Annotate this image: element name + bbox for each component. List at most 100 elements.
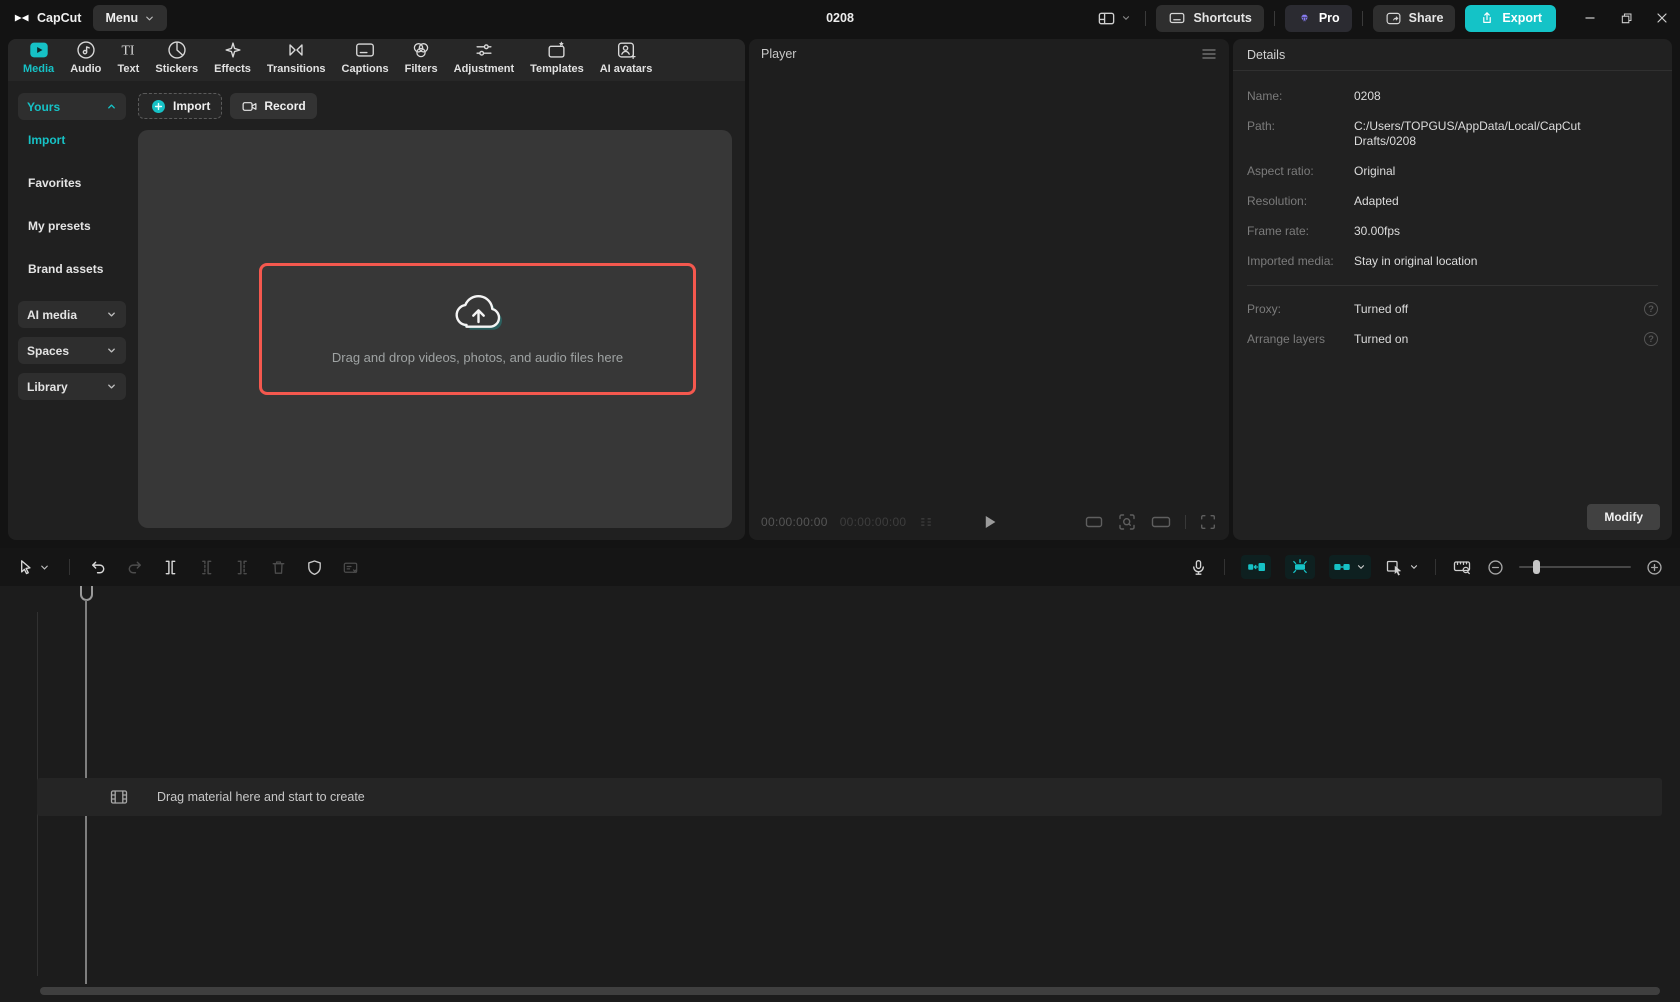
detail-row-imported-media: Imported media: Stay in original locatio…: [1247, 254, 1658, 269]
detail-label: Imported media:: [1247, 254, 1334, 268]
tab-label: Templates: [530, 63, 584, 75]
preview-axis-button[interactable]: [1452, 557, 1472, 577]
zoom-out-icon[interactable]: [1486, 558, 1505, 577]
fullscreen-icon[interactable]: [1199, 513, 1217, 531]
tab-stickers[interactable]: Stickers: [148, 39, 205, 77]
tab-label: Media: [23, 63, 55, 75]
captions-icon: [354, 39, 376, 61]
tab-media[interactable]: Media: [16, 39, 61, 77]
workspace: Media Audio TI Text Stickers Effects Tra…: [8, 39, 1672, 540]
player-menu-button[interactable]: [1201, 47, 1217, 61]
linking-button[interactable]: [1329, 555, 1371, 579]
split-button[interactable]: [161, 558, 180, 577]
tab-adjustment[interactable]: Adjustment: [447, 39, 522, 77]
detail-row-arrange-layers: Arrange layers Turned on ?: [1247, 332, 1658, 347]
sidebar-group-library[interactable]: Library: [18, 373, 126, 400]
detail-row-path: Path: C:/Users/TOPGUS/AppData/Local/CapC…: [1247, 119, 1658, 149]
menu-button-label: Menu: [105, 11, 139, 25]
zoom-in-icon[interactable]: [1645, 558, 1664, 577]
tab-filters[interactable]: Filters: [398, 39, 445, 77]
undo-button[interactable]: [89, 558, 108, 577]
chevron-down-icon: [39, 562, 50, 573]
fit-preview-button[interactable]: [1117, 512, 1137, 532]
modify-button[interactable]: Modify: [1587, 504, 1660, 530]
mask-button[interactable]: [305, 558, 324, 577]
clip-info-icon[interactable]: [918, 514, 934, 530]
main-track-magnet-button[interactable]: [1241, 555, 1271, 579]
timeline-placeholder-text: Drag material here and start to create: [157, 790, 365, 804]
record-button[interactable]: Record: [230, 93, 317, 119]
help-icon[interactable]: ?: [1644, 332, 1658, 346]
sidebar-item-brand-assets[interactable]: Brand assets: [28, 258, 103, 280]
detail-label: Name:: [1247, 89, 1283, 103]
auto-snap-button[interactable]: [1285, 555, 1315, 579]
sidebar-group-label: Spaces: [27, 343, 70, 358]
delete-button[interactable]: [269, 558, 288, 577]
restore-button[interactable]: [1608, 0, 1644, 36]
timeline-area[interactable]: Drag material here and start to create: [0, 586, 1680, 1002]
chevron-down-icon: [106, 381, 117, 392]
tab-label: AI avatars: [599, 63, 653, 75]
import-button[interactable]: Import: [138, 93, 223, 119]
timeline-toolbar: [0, 548, 1680, 586]
templates-icon: [546, 39, 568, 61]
timeline-zoom-slider[interactable]: [1519, 560, 1631, 574]
detail-label: Frame rate:: [1247, 224, 1310, 238]
sidebar-item-favorites[interactable]: Favorites: [28, 172, 81, 194]
detail-row-frame-rate: Frame rate: 30.00fps: [1247, 224, 1658, 239]
media-dropzone[interactable]: Drag and drop videos, photos, and audio …: [259, 263, 696, 395]
transitions-icon: [285, 39, 307, 61]
share-label: Share: [1408, 11, 1444, 25]
slider-handle[interactable]: [1533, 560, 1540, 574]
sidebar-group-spaces[interactable]: Spaces: [18, 337, 126, 364]
tab-text[interactable]: TI Text: [110, 39, 146, 77]
shortcuts-button[interactable]: Shortcuts: [1156, 4, 1264, 32]
pro-button[interactable]: Pro: [1284, 4, 1352, 32]
detail-value: Turned on: [1354, 332, 1409, 346]
select-mode-button[interactable]: [1385, 557, 1419, 577]
tab-templates[interactable]: Templates: [523, 39, 591, 77]
layout-switch-button[interactable]: [1093, 5, 1135, 32]
chevron-down-icon: [106, 345, 117, 356]
sidebar-item-import[interactable]: Import: [28, 129, 65, 151]
cursor-icon: [16, 558, 35, 577]
tab-effects[interactable]: Effects: [207, 39, 258, 77]
detail-value: Adapted: [1354, 194, 1399, 208]
tab-ai-avatars[interactable]: AI avatars: [593, 39, 660, 77]
play-button[interactable]: [978, 511, 1000, 533]
playhead-handle[interactable]: [80, 586, 93, 601]
detail-row-proxy: Proxy: Turned off ?: [1247, 302, 1658, 317]
sidebar-item-my-presets[interactable]: My presets: [28, 215, 91, 237]
media-sidebar: Yours Import Favorites My presets Brand …: [8, 81, 134, 540]
chevron-down-icon: [1409, 562, 1419, 572]
ai-avatars-icon: [615, 39, 637, 61]
select-tool-button[interactable]: [16, 558, 50, 577]
share-button[interactable]: Share: [1372, 4, 1456, 32]
media-board: Drag and drop videos, photos, and audio …: [138, 130, 732, 528]
divider: [1361, 10, 1363, 26]
detail-label: Proxy:: [1247, 302, 1282, 316]
media-content: Import Record Drag and drop videos, phot…: [134, 81, 745, 540]
tab-audio[interactable]: Audio: [63, 39, 108, 77]
timeline-horizontal-scrollbar[interactable]: [40, 987, 1660, 995]
menu-button[interactable]: Menu: [93, 5, 168, 31]
aspect-ratio-button[interactable]: [1084, 512, 1104, 532]
close-button[interactable]: [1644, 0, 1680, 36]
tab-transitions[interactable]: Transitions: [260, 39, 333, 77]
minimize-button[interactable]: [1572, 0, 1608, 36]
delete-right-button[interactable]: [233, 558, 252, 577]
delete-caption-button[interactable]: [341, 558, 360, 577]
tab-captions[interactable]: Captions: [335, 39, 396, 77]
delete-left-button[interactable]: [197, 558, 216, 577]
timeline-placeholder[interactable]: Drag material here and start to create: [37, 778, 1662, 816]
keyboard-icon: [1168, 9, 1186, 27]
record-voiceover-button[interactable]: [1189, 558, 1208, 577]
sidebar-group-ai-media[interactable]: AI media: [18, 301, 126, 328]
export-button[interactable]: Export: [1465, 4, 1556, 32]
player-title: Player: [761, 47, 797, 61]
sidebar-group-yours[interactable]: Yours: [18, 93, 126, 120]
canvas-size-button[interactable]: [1150, 512, 1172, 532]
detail-value: Turned off: [1354, 302, 1409, 316]
help-icon[interactable]: ?: [1644, 302, 1658, 316]
redo-button[interactable]: [125, 558, 144, 577]
